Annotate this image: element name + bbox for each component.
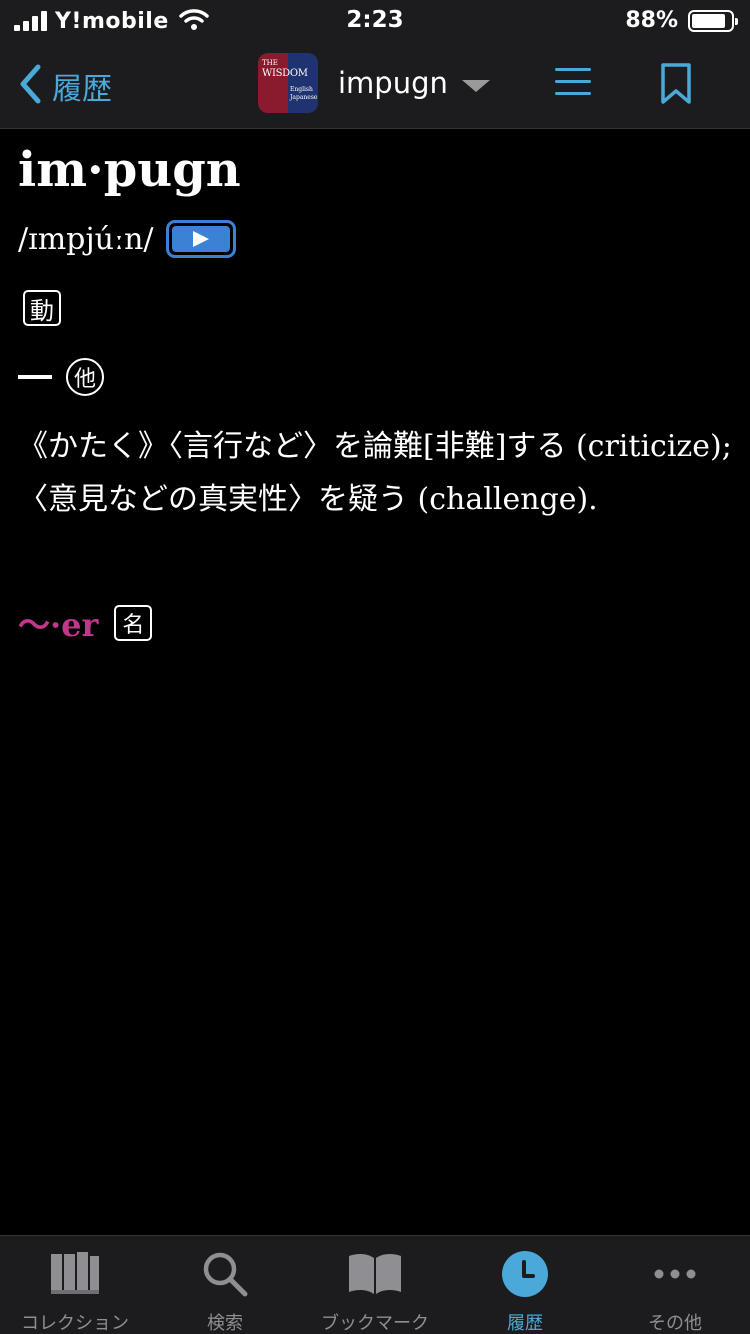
- derived-form[interactable]: 〜·er: [18, 600, 98, 646]
- logo-text-japanese: Japanese: [290, 94, 318, 101]
- tab-bar: コレクション 検索 ブックマーク 履歴 その他: [0, 1235, 750, 1334]
- play-audio-button[interactable]: [165, 220, 236, 258]
- tab-history[interactable]: 履歴: [450, 1236, 600, 1334]
- tab-label-collection: コレクション: [21, 1313, 129, 1334]
- dictionary-logo[interactable]: THE WISDOM English Japanese: [258, 53, 318, 113]
- transitive-badge: 他: [66, 358, 104, 396]
- tab-bookmarks[interactable]: ブックマーク: [300, 1236, 450, 1334]
- back-button[interactable]: 履歴: [18, 64, 112, 108]
- logo-text-langs: English Japanese: [290, 86, 317, 102]
- status-right: 88%: [625, 8, 738, 33]
- logo-text-the: THE: [262, 59, 278, 67]
- sense-row: 他: [18, 358, 104, 396]
- back-label: 履歴: [52, 72, 112, 107]
- headword: im·pugn: [18, 142, 241, 198]
- status-bar: Y!mobile 2:23 88%: [0, 0, 750, 40]
- pronunciation-row: /ɪmpjúːn/: [18, 220, 236, 258]
- tab-label-history: 履歴: [507, 1313, 543, 1334]
- derived-form-row: 〜·er 名: [18, 600, 153, 646]
- sense-dash: [18, 375, 52, 379]
- bookmark-icon[interactable]: [660, 62, 692, 110]
- battery-icon: [688, 9, 738, 32]
- tab-collection[interactable]: コレクション: [0, 1236, 150, 1334]
- tab-label-bookmarks: ブックマーク: [321, 1313, 429, 1334]
- logo-text-wisdom: WISDOM: [262, 68, 308, 79]
- search-icon: [201, 1250, 249, 1302]
- tab-label-more: その他: [648, 1313, 702, 1334]
- tab-more[interactable]: その他: [600, 1236, 750, 1334]
- books-icon: [49, 1250, 101, 1302]
- part-of-speech-badge: 動: [23, 290, 61, 326]
- battery-percent: 88%: [625, 8, 678, 33]
- clock-icon: [501, 1250, 549, 1302]
- derived-pos-badge: 名: [114, 605, 153, 641]
- definition-text: 《かたく》〈言行など〉を論難[非難]する (criticize);〈意見などの真…: [18, 429, 732, 517]
- tab-search[interactable]: 検索: [150, 1236, 300, 1334]
- nav-bar: 履歴 THE WISDOM English Japanese impugn: [0, 40, 750, 129]
- caret-down-icon[interactable]: [462, 80, 490, 92]
- tab-label-search: 検索: [207, 1313, 243, 1334]
- more-icon: [651, 1250, 699, 1302]
- nav-word-title[interactable]: impugn: [338, 66, 448, 100]
- open-book-icon: [347, 1250, 403, 1300]
- chevron-left-icon: [18, 64, 42, 108]
- pronunciation: /ɪmpjúːn/: [18, 221, 154, 257]
- menu-icon[interactable]: [553, 66, 593, 98]
- logo-text-english: English: [290, 86, 313, 93]
- play-icon: [171, 226, 230, 252]
